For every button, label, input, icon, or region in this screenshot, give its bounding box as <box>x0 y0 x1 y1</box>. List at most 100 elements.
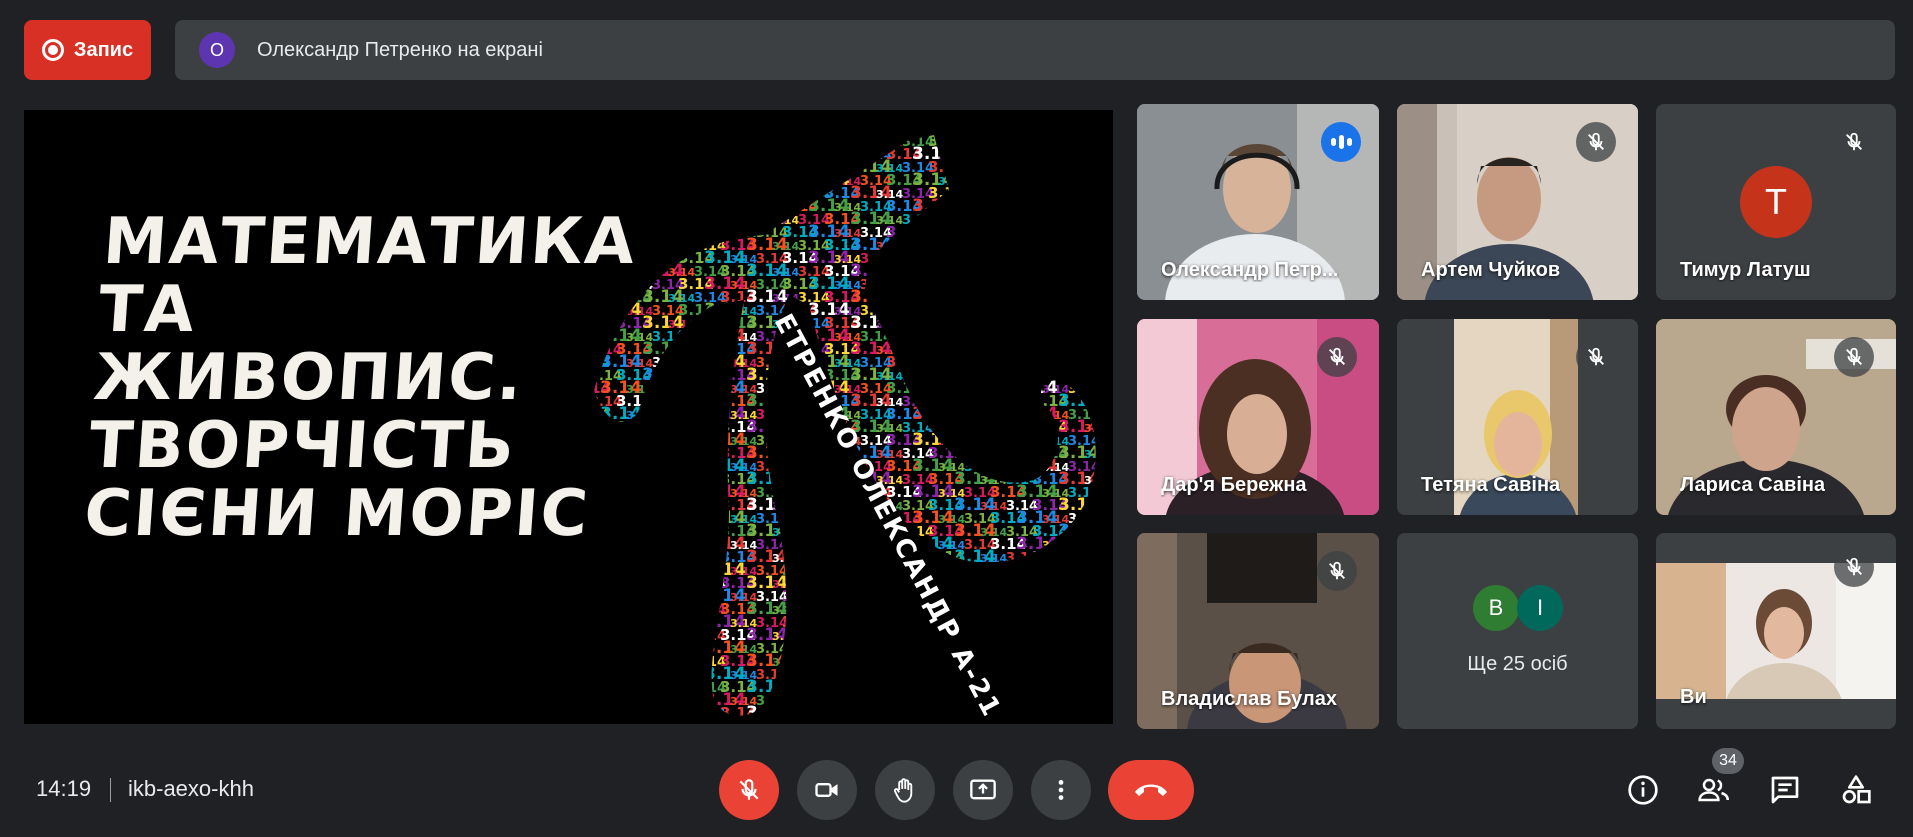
presentation-screen[interactable]: Математика та живопис. творчість Сієни М… <box>24 110 1113 724</box>
svg-text:3.14: 3.14 <box>964 174 996 189</box>
svg-text:3.14: 3.14 <box>850 547 892 567</box>
svg-text:3.14: 3.14 <box>1084 136 1111 149</box>
svg-text:3.14: 3.14 <box>720 184 757 202</box>
svg-text:3.14: 3.14 <box>652 174 684 189</box>
svg-text:3.14: 3.14 <box>834 565 861 578</box>
svg-text:3.14: 3.14 <box>652 512 684 527</box>
participant-tile[interactable]: Дар'я Бережна <box>1137 319 1379 515</box>
svg-text:3.14: 3.14 <box>876 578 903 591</box>
slide-title: Математика та живопис. творчість Сієни М… <box>82 205 639 551</box>
svg-text:3.14: 3.14 <box>980 370 1007 383</box>
svg-text:3.14: 3.14 <box>772 682 799 695</box>
svg-text:3.14: 3.14 <box>642 703 684 723</box>
participant-tile[interactable]: Тетяна Савіна <box>1397 319 1638 515</box>
svg-text:3.14: 3.14 <box>1058 521 1100 541</box>
svg-text:3.14: 3.14 <box>1084 526 1111 539</box>
svg-text:3.14: 3.14 <box>600 144 642 164</box>
svg-text:3.14: 3.14 <box>1094 249 1113 267</box>
svg-text:3.14: 3.14 <box>564 344 591 357</box>
svg-text:3.14: 3.14 <box>1032 652 1069 670</box>
svg-text:3.14: 3.14 <box>1084 214 1111 227</box>
more-participants-tile[interactable]: В І Ще 25 осіб <box>1397 533 1638 729</box>
svg-text:3.14: 3.14 <box>938 565 965 578</box>
participants-button[interactable] <box>1694 770 1734 810</box>
svg-text:3.14: 3.14 <box>772 448 799 461</box>
raise-hand-button[interactable] <box>875 760 935 820</box>
svg-text:3.14: 3.14 <box>1016 430 1058 450</box>
svg-text:3.14: 3.14 <box>642 625 684 645</box>
svg-text:3.14: 3.14 <box>990 301 1027 319</box>
svg-text:3.14: 3.14 <box>590 577 622 592</box>
svg-text:3.14: 3.14 <box>824 678 861 696</box>
mic-toggle-button[interactable] <box>719 760 779 820</box>
meeting-details-button[interactable] <box>1623 770 1663 810</box>
svg-text:3.14: 3.14 <box>1058 183 1100 203</box>
svg-text:3.14: 3.14 <box>1016 586 1058 606</box>
svg-text:3.14: 3.14 <box>564 708 591 721</box>
present-screen-icon <box>970 779 996 800</box>
svg-text:3.14: 3.14 <box>626 461 653 474</box>
svg-text:3.14: 3.14 <box>668 578 695 591</box>
svg-text:3.14: 3.14 <box>668 448 695 461</box>
svg-text:3.14: 3.14 <box>1084 604 1111 617</box>
svg-text:3.14: 3.14 <box>574 665 611 683</box>
divider <box>110 778 111 802</box>
participant-tile[interactable]: Владислав Булах <box>1137 533 1379 729</box>
svg-text:3.14: 3.14 <box>564 474 591 487</box>
svg-text:3.14: 3.14 <box>652 122 684 137</box>
svg-text:3.14: 3.14 <box>668 474 695 487</box>
svg-text:3.14: 3.14 <box>1110 421 1113 436</box>
svg-text:3.14: 3.14 <box>980 240 1007 253</box>
svg-text:3.14: 3.14 <box>1058 287 1100 307</box>
svg-text:3.14: 3.14 <box>1032 600 1069 618</box>
svg-text:3.14: 3.14 <box>886 613 923 631</box>
svg-text:3.14: 3.14 <box>980 448 1007 461</box>
svg-text:3.14: 3.14 <box>912 300 954 320</box>
participant-tile[interactable]: Т Тимур Латуш <box>1656 104 1896 300</box>
svg-text:3.14: 3.14 <box>902 265 934 280</box>
svg-text:3.14: 3.14 <box>860 122 892 137</box>
svg-text:3.14: 3.14 <box>1006 120 1038 124</box>
svg-text:3.14: 3.14 <box>600 120 642 138</box>
svg-text:3.14: 3.14 <box>642 365 684 385</box>
chat-button[interactable] <box>1765 770 1805 810</box>
svg-text:3.14: 3.14 <box>928 210 965 228</box>
svg-text:3.14: 3.14 <box>678 613 715 631</box>
svg-text:3.14: 3.14 <box>824 626 861 644</box>
svg-text:3.14: 3.14 <box>626 253 653 266</box>
participant-tile[interactable]: Лариса Савіна <box>1656 319 1896 515</box>
activities-button[interactable] <box>1836 770 1876 810</box>
svg-text:3.14: 3.14 <box>574 691 611 709</box>
svg-text:3.14: 3.14 <box>694 135 726 150</box>
svg-text:3.14: 3.14 <box>928 340 965 358</box>
svg-text:3.14: 3.14 <box>876 292 903 305</box>
leave-call-button[interactable] <box>1108 760 1194 820</box>
svg-text:3.14: 3.14 <box>1110 187 1113 202</box>
svg-text:3.14: 3.14 <box>616 132 653 150</box>
svg-text:3.14: 3.14 <box>876 708 903 721</box>
present-screen-button[interactable] <box>953 760 1013 820</box>
svg-text:3.14: 3.14 <box>642 495 684 515</box>
svg-text:3.14: 3.14 <box>850 120 892 125</box>
self-view-tile[interactable]: Ви <box>1656 533 1896 729</box>
svg-text:3.14: 3.14 <box>912 378 954 398</box>
svg-text:3.14: 3.14 <box>990 223 1027 241</box>
svg-text:3.14: 3.14 <box>1058 547 1100 567</box>
svg-text:3.14: 3.14 <box>668 162 695 175</box>
svg-text:3.14: 3.14 <box>564 214 591 227</box>
svg-text:3.14: 3.14 <box>590 473 622 488</box>
camera-toggle-button[interactable] <box>797 760 857 820</box>
participant-tile[interactable]: Артем Чуйков <box>1397 104 1638 300</box>
svg-text:3.14: 3.14 <box>1094 691 1113 709</box>
svg-text:3.14: 3.14 <box>1032 236 1069 254</box>
svg-text:3.14: 3.14 <box>590 265 622 280</box>
svg-text:3.14: 3.14 <box>1084 630 1111 643</box>
svg-text:3.14: 3.14 <box>1068 694 1100 709</box>
recording-button[interactable]: Запис <box>24 20 151 80</box>
svg-text:3.14: 3.14 <box>590 603 622 618</box>
svg-text:3.14: 3.14 <box>642 157 684 177</box>
svg-text:3.14: 3.14 <box>616 210 653 228</box>
more-options-button[interactable] <box>1031 760 1091 820</box>
svg-text:3.14: 3.14 <box>772 136 799 149</box>
participant-tile[interactable]: Олександр Петр... <box>1137 104 1379 300</box>
